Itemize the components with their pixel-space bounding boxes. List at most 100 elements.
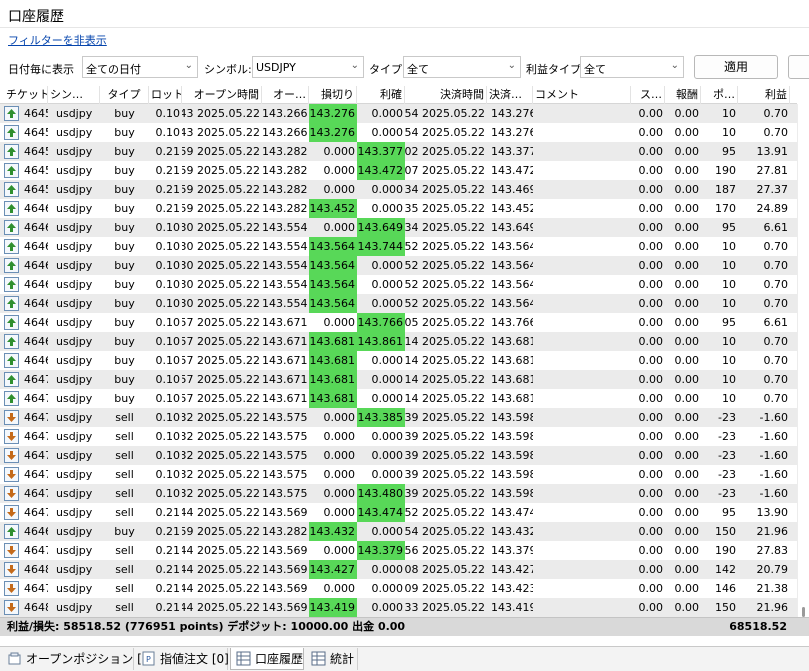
table-row[interactable]: 4645 usdjpy buy 0.212025.05.22 11:59143.282… xyxy=(0,142,797,161)
cell-close-price: 143.598 xyxy=(491,487,533,500)
cell-comment xyxy=(533,389,631,408)
cell-swap: 0.00 xyxy=(638,468,664,481)
cell-close-time: 2025.05.22 14:39 xyxy=(405,468,485,481)
column-header-type[interactable]: タイプ xyxy=(100,86,149,104)
table-row[interactable]: 4647 usdjpy sell 0.212025.05.22 14:44143.56… xyxy=(0,541,797,560)
cell-take-profit: 143.766 xyxy=(357,313,405,332)
table-row[interactable]: 4647 usdjpy sell 0.212025.05.22 14:44143.56… xyxy=(0,579,797,598)
column-header-close-price[interactable]: 決済… xyxy=(487,86,533,104)
summary-bar: 利益/損失: 58518.52 (776951 points) デポジット: 1… xyxy=(0,617,809,636)
column-header-take-profit[interactable]: 利確 xyxy=(357,86,405,104)
table-row[interactable]: 4647 usdjpy sell 0.102025.05.22 14:32143.57… xyxy=(0,427,797,446)
chevron-down-icon: ⌄ xyxy=(350,60,359,71)
cell-comment xyxy=(533,560,631,579)
cell-points: -23 xyxy=(718,449,736,462)
tab-statistics[interactable]: 統計 xyxy=(306,648,358,670)
cell-open-price: 143.569 xyxy=(262,506,308,519)
cell-ticket: 4647 xyxy=(24,430,48,443)
table-row[interactable]: 4647 usdjpy sell 0.102025.05.22 14:32143.57… xyxy=(0,408,797,427)
cell-take-profit: 0.000 xyxy=(371,259,404,272)
table-row[interactable]: 4647 usdjpy buy 0.102025.05.22 13:57143.671… xyxy=(0,389,797,408)
cell-comment xyxy=(533,427,631,446)
table-row[interactable]: 4648 usdjpy sell 0.212025.05.22 14:44143.56… xyxy=(0,560,797,579)
tab-pending-order[interactable]: P 指値注文 [0] xyxy=(136,648,229,670)
cell-type: sell xyxy=(115,601,134,614)
table-row[interactable]: 4648 usdjpy sell 0.212025.05.22 14:44143.56… xyxy=(0,598,797,617)
cell-symbol: usdjpy xyxy=(56,373,93,386)
cell-open-price: 143.282 xyxy=(262,202,308,215)
table-row[interactable]: 4647 usdjpy sell 0.212025.05.22 14:44143.56… xyxy=(0,503,797,522)
table-row[interactable]: 4647 usdjpy buy 0.102025.05.22 13:57143.671… xyxy=(0,370,797,389)
cell-close-price: 143.681 xyxy=(491,392,533,405)
tab-history[interactable]: 口座履歴 xyxy=(230,648,304,670)
cell-comment xyxy=(533,598,631,617)
cell-type: buy xyxy=(114,525,135,538)
table-row[interactable]: 4645 usdjpy buy 0.212025.05.22 11:59143.282… xyxy=(0,161,797,180)
table-row[interactable]: 4646 usdjpy buy 0.212025.05.22 11:59143.282… xyxy=(0,522,797,541)
cell-close-price: 143.427 xyxy=(491,563,533,576)
column-header-swap[interactable]: ス… xyxy=(631,86,665,104)
column-header-open-price[interactable]: オー… xyxy=(262,86,309,104)
cell-commission: 0.00 xyxy=(674,392,700,405)
extra-button[interactable] xyxy=(788,55,809,79)
table-row[interactable]: 4646 usdjpy buy 0.212025.05.22 11:59143.282… xyxy=(0,199,797,218)
cell-symbol: usdjpy xyxy=(56,563,93,576)
profit-type-filter-select[interactable]: 全て ⌄ xyxy=(580,56,684,78)
cell-points: 150 xyxy=(715,525,736,538)
cell-symbol: usdjpy xyxy=(56,354,93,367)
cell-lot: 0.21 xyxy=(155,506,181,519)
cell-points: 142 xyxy=(715,563,736,576)
cell-symbol: usdjpy xyxy=(56,126,93,139)
cell-close-time: 2025.05.22 13:52 xyxy=(405,278,485,291)
column-header-ticket[interactable]: チケット xyxy=(0,86,48,104)
cell-symbol: usdjpy xyxy=(56,145,93,158)
table-row[interactable]: 4646 usdjpy buy 0.102025.05.22 13:30143.554… xyxy=(0,256,797,275)
column-header-open-time[interactable]: オープン時間 xyxy=(182,86,262,104)
table-row[interactable]: 4646 usdjpy buy 0.102025.05.22 13:30143.554… xyxy=(0,275,797,294)
type-filter-select[interactable]: 全て ⌄ xyxy=(403,56,521,78)
cell-take-profit: 0.000 xyxy=(371,582,404,595)
buy-order-icon xyxy=(4,163,19,178)
table-row[interactable]: 4646 usdjpy buy 0.102025.05.22 13:57143.671… xyxy=(0,313,797,332)
cell-type: buy xyxy=(114,259,135,272)
column-header-commission[interactable]: 報酬 xyxy=(665,86,701,104)
cell-close-time: 2025.05.22 11:54 xyxy=(405,126,485,139)
table-row[interactable]: 4646 usdjpy buy 0.102025.05.22 13:57143.671… xyxy=(0,351,797,370)
hide-filter-link[interactable]: フィルターを非表示 xyxy=(8,32,107,48)
column-header-close-time[interactable]: 決済時間 xyxy=(405,86,487,104)
cell-points: 190 xyxy=(715,164,736,177)
table-row[interactable]: 4646 usdjpy buy 0.102025.05.22 13:30143.554… xyxy=(0,218,797,237)
table-row[interactable]: 4646 usdjpy buy 0.102025.05.22 13:57143.671… xyxy=(0,332,797,351)
cell-stop-loss: 0.000 xyxy=(323,183,356,196)
cell-close-price: 143.379 xyxy=(491,544,533,557)
cell-profit: 27.37 xyxy=(756,183,789,196)
cell-symbol: usdjpy xyxy=(56,164,93,177)
cell-lot: 0.21 xyxy=(155,164,181,177)
column-header-lot[interactable]: ロット xyxy=(149,86,182,104)
tab-position[interactable]: オープンポジション [0] xyxy=(2,648,154,670)
table-row[interactable]: 4645 usdjpy buy 0.102025.05.22 11:43143.266… xyxy=(0,123,797,142)
column-header-stop-loss[interactable]: 損切り xyxy=(309,86,357,104)
cell-close-time: 2025.05.22 12:35 xyxy=(405,202,485,215)
table-row[interactable]: 4647 usdjpy sell 0.102025.05.22 14:32143.57… xyxy=(0,446,797,465)
apply-button[interactable]: 適用 xyxy=(694,55,778,79)
table-row[interactable]: 4646 usdjpy buy 0.102025.05.22 13:30143.554… xyxy=(0,237,797,256)
cell-commission: 0.00 xyxy=(674,430,700,443)
cell-points: 190 xyxy=(715,544,736,557)
table-row[interactable]: 4647 usdjpy sell 0.102025.05.22 14:32143.57… xyxy=(0,484,797,503)
chevron-down-icon: ⌄ xyxy=(670,60,679,71)
table-row[interactable]: 4647 usdjpy sell 0.102025.05.22 14:32143.57… xyxy=(0,465,797,484)
table-row[interactable]: 4645 usdjpy buy 0.102025.05.22 11:43143.266… xyxy=(0,104,797,123)
column-header-points[interactable]: ポ… xyxy=(701,86,738,104)
column-header-comment[interactable]: コメント xyxy=(533,86,631,104)
column-header-profit[interactable]: 利益 xyxy=(738,86,790,104)
cell-swap: 0.00 xyxy=(638,525,664,538)
column-header-symbol[interactable]: シン… xyxy=(48,86,100,104)
vertical-scrollbar[interactable] xyxy=(797,104,809,617)
table-row[interactable]: 4646 usdjpy buy 0.102025.05.22 13:30143.554… xyxy=(0,294,797,313)
date-filter-select[interactable]: 全ての日付 ⌄ xyxy=(82,56,198,78)
symbol-filter-select[interactable]: USDJPY ⌄ xyxy=(252,56,364,78)
cell-open-price: 143.575 xyxy=(262,430,308,443)
scrollbar-thumb[interactable] xyxy=(802,607,805,617)
table-row[interactable]: 4645 usdjpy buy 0.212025.05.22 11:59143.282… xyxy=(0,180,797,199)
